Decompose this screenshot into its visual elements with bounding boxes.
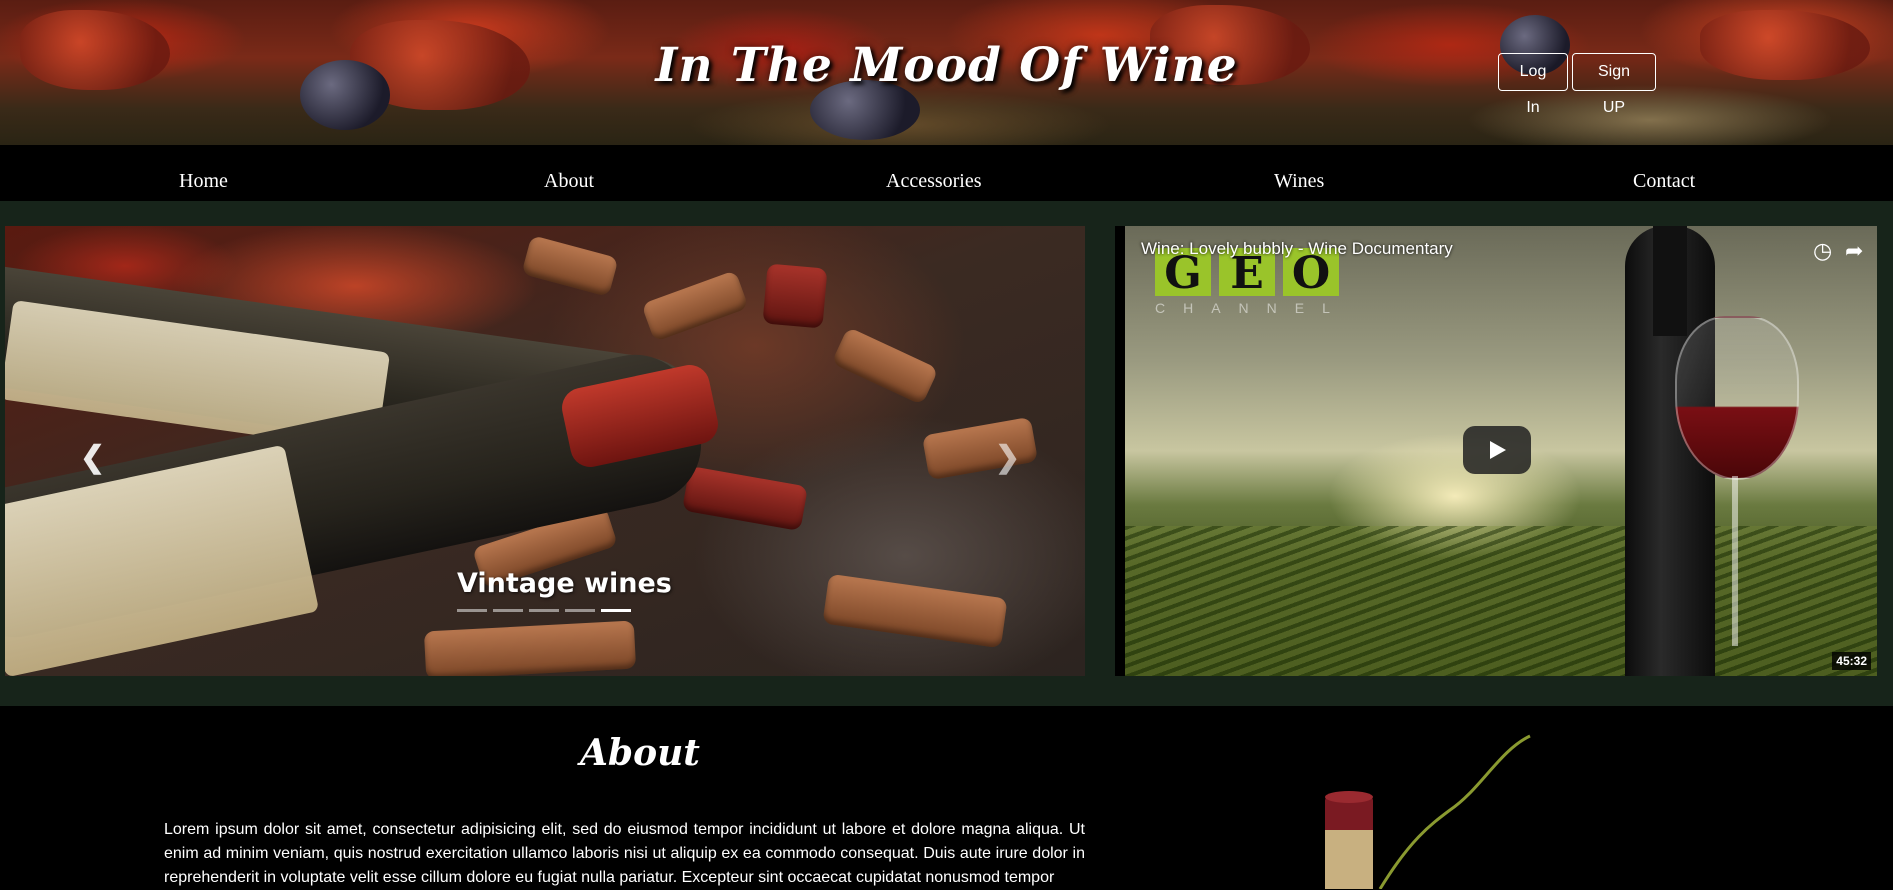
cork-decoration — [831, 326, 939, 406]
play-icon[interactable] — [1463, 426, 1531, 474]
chevron-left-icon[interactable]: ❮ — [80, 440, 105, 475]
carousel-indicator[interactable] — [565, 609, 595, 612]
video-duration: 45:32 — [1832, 652, 1871, 670]
carousel-indicators — [457, 609, 631, 612]
clock-icon[interactable]: ◷ — [1813, 238, 1832, 264]
carousel-indicator[interactable] — [493, 609, 523, 612]
main-nav: Home About Accessories Wines Contact — [0, 145, 1893, 201]
video-player[interactable]: G E O CHANNEL Wine: Lovely bubbly - Wine… — [1115, 226, 1877, 676]
wine-bottle-image — [1325, 734, 1531, 889]
image-carousel[interactable]: ❮ ❯ Vintage wines — [5, 226, 1085, 676]
nav-item-wines[interactable]: Wines — [1274, 145, 1324, 201]
vineyard-rows — [1125, 526, 1877, 676]
chevron-right-icon[interactable]: ❯ — [995, 440, 1020, 475]
cork-decoration — [822, 573, 1008, 649]
cork-decoration — [641, 270, 749, 342]
header-banner: In The Mood Of Wine Log In Sign UP — [0, 0, 1893, 145]
nav-item-accessories[interactable]: Accessories — [886, 145, 982, 201]
bottle-neck — [1653, 226, 1687, 336]
nav-item-home[interactable]: Home — [179, 145, 228, 201]
cork-decoration — [521, 235, 619, 297]
share-icon[interactable]: ➦ — [1845, 238, 1863, 264]
about-text: Lorem ipsum dolor sit amet, consectetur … — [164, 821, 1085, 886]
video-title[interactable]: Wine: Lovely bubbly - Wine Documentary — [1141, 239, 1453, 259]
login-button[interactable]: Log In — [1498, 53, 1568, 116]
cork-decoration — [762, 263, 828, 329]
channel-logo-sub: CHANNEL — [1155, 300, 1348, 316]
carousel-caption: Vintage wines — [457, 568, 672, 599]
carousel-indicator-active[interactable] — [601, 609, 631, 612]
about-heading: About — [580, 732, 700, 774]
cork-decoration — [682, 465, 808, 532]
carousel-indicator[interactable] — [457, 609, 487, 612]
nav-item-about[interactable]: About — [544, 145, 594, 201]
carousel-indicator[interactable] — [529, 609, 559, 612]
cork-decoration — [921, 416, 1039, 481]
nav-item-contact[interactable]: Contact — [1633, 145, 1695, 201]
wine-glass — [1675, 316, 1799, 480]
cork-decoration — [423, 620, 637, 676]
glass-stem — [1732, 476, 1738, 646]
signup-button[interactable]: Sign UP — [1572, 53, 1656, 116]
